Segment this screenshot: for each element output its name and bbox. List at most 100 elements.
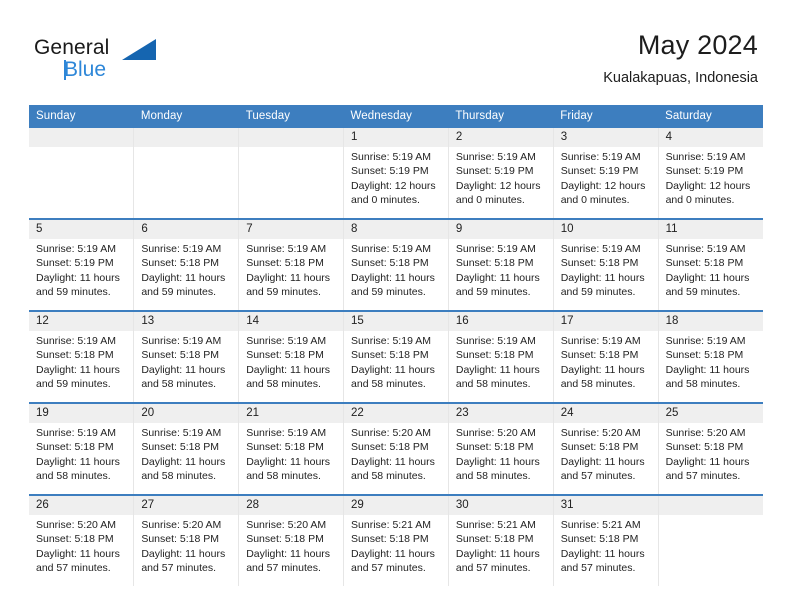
daylight-text: Daylight: 11 hours and 57 minutes.: [455, 547, 540, 574]
day-cell-inner: 14 Sunrise: 5:19 AM Sunset: 5:18 PM Dayligh…: [239, 312, 344, 402]
calendar-day-cell[interactable]: 23 Sunrise: 5:20 AM Sunset: 5:18 PM Dayligh…: [448, 402, 554, 495]
sunset-text: Sunset: 5:18 PM: [141, 257, 219, 270]
daylight-text: Daylight: 11 hours and 59 minutes.: [351, 271, 435, 298]
day-number: 1: [344, 128, 448, 147]
calendar-cell-empty: [658, 494, 763, 586]
daylight-text: Daylight: 11 hours and 57 minutes.: [560, 547, 645, 574]
sunrise-text: Sunrise: 5:19 AM: [246, 427, 327, 439]
calendar-day-cell[interactable]: 28 Sunrise: 5:20 AM Sunset: 5:18 PM Dayligh…: [238, 494, 345, 586]
sunrise-text: Sunrise: 5:19 AM: [455, 151, 536, 163]
calendar-day-cell[interactable]: 31 Sunrise: 5:21 AM Sunset: 5:18 PM Dayligh…: [553, 494, 659, 586]
day-number: 18: [658, 312, 763, 331]
calendar-day-cell[interactable]: 30 Sunrise: 5:21 AM Sunset: 5:18 PM Dayligh…: [448, 494, 554, 586]
sunset-text: Sunset: 5:18 PM: [455, 533, 534, 546]
sunrise-text: Sunrise: 5:19 AM: [141, 335, 222, 347]
sunset-text: Sunset: 5:18 PM: [455, 349, 534, 362]
calendar-day-cell[interactable]: 20 Sunrise: 5:19 AM Sunset: 5:18 PM Dayligh…: [133, 402, 240, 495]
calendar-day-cell[interactable]: 27 Sunrise: 5:20 AM Sunset: 5:18 PM Dayligh…: [133, 494, 240, 586]
day-info: Sunrise: 5:19 AM Sunset: 5:19 PM Daylight:…: [29, 239, 133, 299]
day-cell-inner: 8 Sunrise: 5:19 AM Sunset: 5:18 PM Daylight…: [344, 220, 448, 310]
day-info: Sunrise: 5:19 AM Sunset: 5:18 PM Daylight:…: [239, 423, 343, 483]
day-cell-inner: 30 Sunrise: 5:21 AM Sunset: 5:18 PM Dayligh…: [448, 496, 553, 586]
sunrise-text: Sunrise: 5:19 AM: [246, 243, 327, 255]
daylight-text: Daylight: 11 hours and 58 minutes.: [455, 363, 540, 390]
sunrise-text: Sunrise: 5:20 AM: [36, 519, 116, 531]
day-cell-inner: 13 Sunrise: 5:19 AM Sunset: 5:18 PM Dayligh…: [134, 312, 239, 402]
calendar-day-cell[interactable]: 6 Sunrise: 5:19 AM Sunset: 5:18 PM Daylight…: [133, 218, 240, 311]
day-number: 27: [134, 496, 239, 515]
calendar-day-cell[interactable]: 11 Sunrise: 5:19 AM Sunset: 5:18 PM Dayligh…: [658, 218, 763, 311]
calendar-day-cell[interactable]: 5 Sunrise: 5:19 AM Sunset: 5:19 PM Daylight…: [29, 218, 135, 311]
calendar-day-cell[interactable]: 8 Sunrise: 5:19 AM Sunset: 5:18 PM Daylight…: [343, 218, 449, 311]
sunset-text: Sunset: 5:18 PM: [141, 533, 219, 546]
day-cell-inner: 24 Sunrise: 5:20 AM Sunset: 5:18 PM Dayligh…: [553, 404, 658, 494]
calendar-day-cell[interactable]: 14 Sunrise: 5:19 AM Sunset: 5:18 PM Dayligh…: [238, 310, 345, 403]
day-number: 30: [448, 496, 553, 515]
calendar-day-cell[interactable]: 16 Sunrise: 5:19 AM Sunset: 5:18 PM Dayligh…: [448, 310, 554, 403]
sunset-text: Sunset: 5:18 PM: [560, 257, 639, 270]
daylight-text: Daylight: 11 hours and 59 minutes.: [246, 271, 331, 298]
sunrise-text: Sunrise: 5:19 AM: [351, 151, 431, 163]
weekday-header-saturday: Saturday: [658, 105, 763, 128]
calendar-day-cell[interactable]: 4 Sunrise: 5:19 AM Sunset: 5:19 PM Daylight…: [658, 128, 763, 219]
sunrise-text: Sunrise: 5:19 AM: [665, 243, 746, 255]
calendar-day-cell[interactable]: 15 Sunrise: 5:19 AM Sunset: 5:18 PM Dayligh…: [343, 310, 449, 403]
sunrise-text: Sunrise: 5:20 AM: [351, 427, 431, 439]
calendar-day-cell[interactable]: 29 Sunrise: 5:21 AM Sunset: 5:18 PM Dayligh…: [343, 494, 449, 586]
calendar-day-cell[interactable]: 24 Sunrise: 5:20 AM Sunset: 5:18 PM Dayligh…: [553, 402, 659, 495]
daylight-text: Daylight: 11 hours and 57 minutes.: [141, 547, 226, 574]
calendar-day-cell[interactable]: 25 Sunrise: 5:20 AM Sunset: 5:18 PM Dayligh…: [658, 402, 763, 495]
daylight-text: Daylight: 11 hours and 57 minutes.: [36, 547, 120, 574]
daylight-text: Daylight: 11 hours and 58 minutes.: [351, 363, 435, 390]
calendar-day-cell[interactable]: 10 Sunrise: 5:19 AM Sunset: 5:18 PM Dayligh…: [553, 218, 659, 311]
calendar-day-cell[interactable]: 22 Sunrise: 5:20 AM Sunset: 5:18 PM Dayligh…: [343, 402, 449, 495]
calendar-day-cell[interactable]: 18 Sunrise: 5:19 AM Sunset: 5:18 PM Dayligh…: [658, 310, 763, 403]
day-info: Sunrise: 5:19 AM Sunset: 5:18 PM Daylight:…: [449, 239, 553, 299]
daylight-text: Daylight: 11 hours and 59 minutes.: [141, 271, 226, 298]
daylight-text: Daylight: 12 hours and 0 minutes.: [455, 179, 541, 206]
day-number: 11: [658, 220, 763, 239]
calendar-day-cell[interactable]: 17 Sunrise: 5:19 AM Sunset: 5:18 PM Dayligh…: [553, 310, 659, 403]
day-info: Sunrise: 5:20 AM Sunset: 5:18 PM Daylight:…: [344, 423, 448, 483]
sunset-text: Sunset: 5:18 PM: [560, 349, 639, 362]
day-number: 21: [239, 404, 344, 423]
day-cell-inner: [134, 128, 239, 218]
sunset-text: Sunset: 5:18 PM: [455, 441, 534, 454]
day-number: 23: [448, 404, 553, 423]
calendar-day-cell[interactable]: 19 Sunrise: 5:19 AM Sunset: 5:18 PM Dayligh…: [29, 402, 135, 495]
day-cell-inner: 10 Sunrise: 5:19 AM Sunset: 5:18 PM Dayligh…: [553, 220, 658, 310]
sunset-text: Sunset: 5:19 PM: [560, 165, 639, 178]
sunset-text: Sunset: 5:19 PM: [351, 165, 429, 178]
calendar-day-cell[interactable]: 9 Sunrise: 5:19 AM Sunset: 5:18 PM Daylight…: [448, 218, 554, 311]
calendar-day-cell[interactable]: 21 Sunrise: 5:19 AM Sunset: 5:18 PM Dayligh…: [238, 402, 345, 495]
page-title: May 2024: [637, 30, 758, 60]
weekday-header-wednesday: Wednesday: [343, 105, 449, 128]
general-blue-logo[interactable]: General Blue: [34, 36, 164, 90]
sunset-text: Sunset: 5:18 PM: [246, 257, 324, 270]
calendar-day-cell[interactable]: 1 Sunrise: 5:19 AM Sunset: 5:19 PM Daylight…: [343, 128, 449, 219]
sunset-text: Sunset: 5:18 PM: [665, 441, 744, 454]
calendar-cell-empty: [29, 128, 135, 219]
daylight-text: Daylight: 12 hours and 0 minutes.: [665, 179, 751, 206]
day-info: Sunrise: 5:19 AM Sunset: 5:18 PM Daylight:…: [554, 239, 658, 299]
calendar-day-cell[interactable]: 2 Sunrise: 5:19 AM Sunset: 5:19 PM Daylight…: [448, 128, 554, 219]
calendar-day-cell[interactable]: 26 Sunrise: 5:20 AM Sunset: 5:18 PM Dayligh…: [29, 494, 135, 586]
day-number: 9: [448, 220, 553, 239]
calendar-day-cell[interactable]: 13 Sunrise: 5:19 AM Sunset: 5:18 PM Dayligh…: [133, 310, 240, 403]
day-info: Sunrise: 5:21 AM Sunset: 5:18 PM Daylight:…: [344, 515, 448, 575]
day-cell-inner: 17 Sunrise: 5:19 AM Sunset: 5:18 PM Dayligh…: [553, 312, 658, 402]
day-info: Sunrise: 5:19 AM Sunset: 5:18 PM Daylight:…: [134, 239, 238, 299]
daylight-text: Daylight: 11 hours and 58 minutes.: [455, 455, 540, 482]
blue-triangle-icon: [122, 39, 156, 60]
day-info: Sunrise: 5:19 AM Sunset: 5:18 PM Daylight:…: [134, 423, 238, 483]
logo-text-blue: Blue: [64, 58, 107, 81]
calendar-day-cell[interactable]: 12 Sunrise: 5:19 AM Sunset: 5:18 PM Dayligh…: [29, 310, 135, 403]
calendar-day-cell[interactable]: 3 Sunrise: 5:19 AM Sunset: 5:19 PM Daylight…: [553, 128, 659, 219]
day-cell-inner: 23 Sunrise: 5:20 AM Sunset: 5:18 PM Dayligh…: [448, 404, 553, 494]
day-number: 7: [239, 220, 344, 239]
daylight-text: Daylight: 11 hours and 58 minutes.: [560, 363, 645, 390]
day-info: Sunrise: 5:20 AM Sunset: 5:18 PM Daylight:…: [449, 423, 553, 483]
calendar-day-cell[interactable]: 7 Sunrise: 5:19 AM Sunset: 5:18 PM Daylight…: [238, 218, 345, 311]
page-subtitle: Kualakapuas, Indonesia: [603, 70, 758, 86]
day-number: 2: [448, 128, 553, 147]
